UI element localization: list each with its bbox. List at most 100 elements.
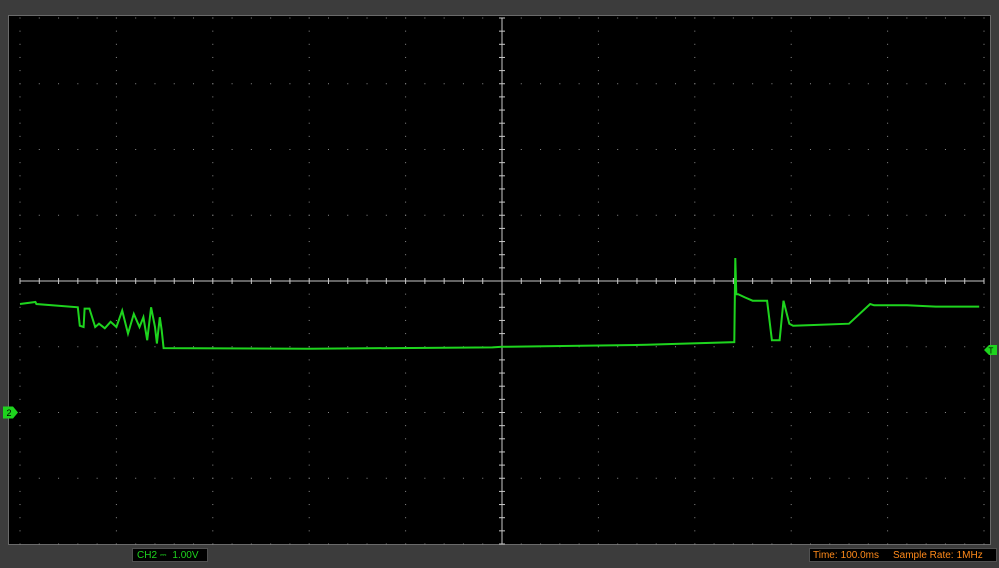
grid-dot: [270, 346, 272, 348]
grid-dot: [887, 398, 889, 400]
grid-dot: [462, 543, 464, 545]
grid-dot: [308, 149, 310, 150]
grid-dot: [578, 543, 580, 545]
grid-dot: [887, 43, 889, 45]
grid-dot: [983, 254, 985, 256]
grid-dot: [983, 227, 985, 229]
grid-dot: [308, 241, 310, 243]
grid-dot: [559, 412, 561, 413]
grid-dot: [887, 149, 889, 150]
grid-dot: [597, 135, 599, 137]
grid-dot: [790, 385, 792, 387]
grid-dot: [193, 149, 195, 150]
sample-rate-value: 1MHz: [956, 550, 983, 561]
grid-dot: [19, 254, 21, 256]
grid-dot: [983, 135, 985, 137]
grid-dot: [983, 162, 985, 164]
grid-dot: [675, 412, 677, 413]
grid-dot: [752, 477, 754, 479]
grid-dot: [366, 346, 368, 348]
grid-dot: [983, 372, 985, 374]
grid-dot: [231, 17, 233, 19]
grid-dot: [636, 149, 638, 150]
grid-dot: [115, 398, 117, 400]
grid-dot: [231, 412, 233, 413]
grid-dot: [520, 83, 522, 85]
grid-dot: [790, 214, 792, 216]
grid-dot: [578, 83, 580, 85]
grid-dot: [212, 109, 214, 111]
grid-dot: [405, 149, 407, 150]
grid-dot: [790, 70, 792, 72]
grid-dot: [327, 412, 329, 413]
grid-dot: [38, 543, 40, 545]
grid-dot: [115, 333, 117, 335]
grid-dot: [887, 464, 889, 466]
grid-dot: [887, 504, 889, 506]
grid-dot: [405, 517, 407, 519]
grid-dot: [983, 70, 985, 72]
grid-dot: [250, 346, 252, 348]
grid-dot: [212, 333, 214, 335]
grid-dot: [385, 346, 387, 348]
grid-dot: [366, 17, 368, 19]
grid-dot: [250, 412, 252, 413]
volts-per-division: 1.00V: [172, 550, 199, 561]
grid-dot: [848, 412, 850, 413]
grid-dot: [77, 477, 79, 479]
dc-coupling-icon: ⎓: [160, 550, 167, 559]
grid-dot: [655, 149, 657, 150]
grid-dot: [115, 56, 117, 58]
grid-dot: [597, 319, 599, 321]
grid-dot: [212, 241, 214, 243]
grid-dot: [887, 306, 889, 308]
grid-dot: [771, 477, 773, 479]
grid-dot: [983, 464, 985, 466]
grid-dot: [115, 412, 117, 413]
grid-dot: [270, 17, 272, 19]
grid-dot: [115, 543, 117, 545]
grid-dot: [867, 17, 869, 19]
grid-dot: [308, 451, 310, 453]
grid-dot: [212, 319, 214, 321]
grid-dot: [19, 135, 21, 137]
grid-dot: [694, 438, 696, 440]
grid-dot: [790, 359, 792, 361]
grid-dot: [790, 543, 792, 545]
grid-dot: [58, 214, 60, 216]
grid-dot: [19, 543, 21, 545]
grid-dot: [327, 149, 329, 150]
grid-dot: [694, 149, 696, 150]
grid-dot: [771, 346, 773, 348]
grid-dot: [983, 438, 985, 440]
grid-dot: [983, 543, 985, 545]
grid-dot: [19, 214, 21, 216]
grid-dot: [790, 109, 792, 111]
grid-dot: [887, 56, 889, 58]
grid-dot: [347, 17, 349, 19]
grid-dot: [694, 372, 696, 374]
grid-dot: [694, 477, 696, 479]
grid-dot: [173, 543, 175, 545]
grid-dot: [308, 293, 310, 295]
grid-dot: [115, 306, 117, 308]
grid-dot: [887, 70, 889, 72]
grid-dot: [675, 477, 677, 479]
grid-dot: [115, 425, 117, 427]
grid-dot: [906, 543, 908, 545]
grid-dot: [405, 188, 407, 190]
grid-dot: [887, 267, 889, 269]
grid-dot: [771, 214, 773, 216]
grid-dot: [578, 17, 580, 19]
grid-dot: [983, 319, 985, 321]
grid-dot: [405, 201, 407, 203]
grid-dot: [212, 372, 214, 374]
grid-dot: [19, 490, 21, 492]
grid-dot: [520, 412, 522, 413]
grid-dot: [308, 425, 310, 427]
grid-dot: [636, 543, 638, 545]
grid-dot: [694, 412, 696, 413]
grid-dot: [115, 451, 117, 453]
grid-dot: [809, 543, 811, 545]
grid-dot: [58, 412, 60, 413]
